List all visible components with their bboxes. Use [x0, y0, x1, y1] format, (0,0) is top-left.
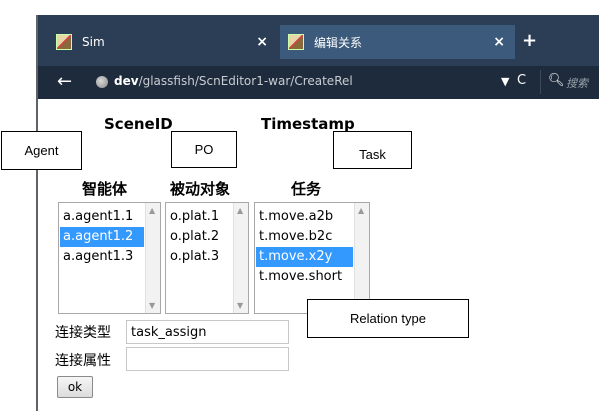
list-item[interactable]: t.move.b2c — [256, 227, 353, 247]
search-placeholder: 搜索 — [566, 77, 588, 90]
agent-column-title: 智能体 — [82, 180, 128, 198]
list-item[interactable]: o.plat.1 — [167, 207, 232, 227]
url-text[interactable]: dev/glassfish/ScnEditor1-war/CreateRel — [114, 74, 353, 88]
relation-type-label: 连接类型 — [55, 325, 111, 341]
url-path: /glassfish/ScnEditor1-war/CreateRel — [138, 74, 353, 88]
scrollbar[interactable]: ▲ ▼ — [145, 203, 160, 313]
tab-label: Sim — [82, 35, 105, 49]
agent-listbox[interactable]: a.agent1.1 a.agent1.2 a.agent1.3 ▲ ▼ — [58, 202, 161, 314]
annotation-task: Task — [333, 131, 412, 169]
close-icon[interactable]: × — [256, 34, 268, 50]
list-item[interactable]: a.agent1.3 — [60, 247, 144, 267]
list-item[interactable]: a.agent1.1 — [60, 207, 144, 227]
scene-id-header: SceneID — [104, 115, 173, 133]
list-item[interactable]: t.move.short — [256, 267, 353, 287]
url-domain: dev — [114, 74, 139, 88]
scrollbar[interactable]: ▲ — [354, 203, 369, 313]
annotation-agent: Agent — [1, 131, 82, 170]
po-listbox[interactable]: o.plat.1 o.plat.2 o.plat.3 ▲ ▼ — [165, 202, 249, 314]
relation-type-input[interactable] — [126, 320, 289, 344]
globe-icon — [96, 76, 108, 88]
list-item[interactable]: o.plat.3 — [167, 247, 232, 267]
reload-icon[interactable]: C — [517, 73, 526, 88]
list-item[interactable]: t.move.x2y — [256, 247, 353, 267]
close-icon[interactable]: × — [493, 34, 505, 50]
po-column-title: 被动对象 — [170, 180, 231, 198]
list-item[interactable]: a.agent1.2 — [60, 227, 144, 247]
tab-edit-relation[interactable]: 编辑关系 × — [280, 25, 515, 59]
scroll-up-icon[interactable]: ▲ — [149, 206, 155, 215]
relation-attr-input[interactable] — [126, 347, 289, 371]
relation-attr-label: 连接属性 — [55, 353, 111, 369]
scroll-up-icon[interactable]: ▲ — [358, 206, 364, 215]
list-item[interactable]: o.plat.2 — [167, 227, 232, 247]
tab-label: 编辑关系 — [314, 35, 363, 50]
annotation-po: PO — [171, 131, 237, 168]
task-column-title: 任务 — [291, 180, 322, 198]
app-favicon-icon — [288, 34, 304, 50]
annotation-relation-type: Relation type — [307, 299, 469, 338]
scroll-down-icon[interactable]: ▼ — [149, 301, 155, 310]
search-icon: 🔍︎ — [548, 73, 565, 88]
task-listbox[interactable]: t.move.a2b t.move.b2c t.move.x2y t.move.… — [254, 202, 370, 314]
list-item[interactable]: t.move.a2b — [256, 207, 353, 227]
new-tab-button[interactable]: + — [522, 32, 537, 50]
ok-button[interactable]: ok — [57, 376, 93, 398]
back-arrow-icon[interactable]: ← — [57, 72, 72, 92]
app-favicon-icon — [56, 34, 72, 50]
scroll-up-icon[interactable]: ▲ — [237, 206, 243, 215]
tab-sim[interactable]: Sim × — [48, 25, 278, 59]
scrollbar[interactable]: ▲ ▼ — [233, 203, 248, 313]
scroll-down-icon[interactable]: ▼ — [237, 301, 243, 310]
dropdown-arrow-icon[interactable]: ▼ — [501, 75, 509, 88]
